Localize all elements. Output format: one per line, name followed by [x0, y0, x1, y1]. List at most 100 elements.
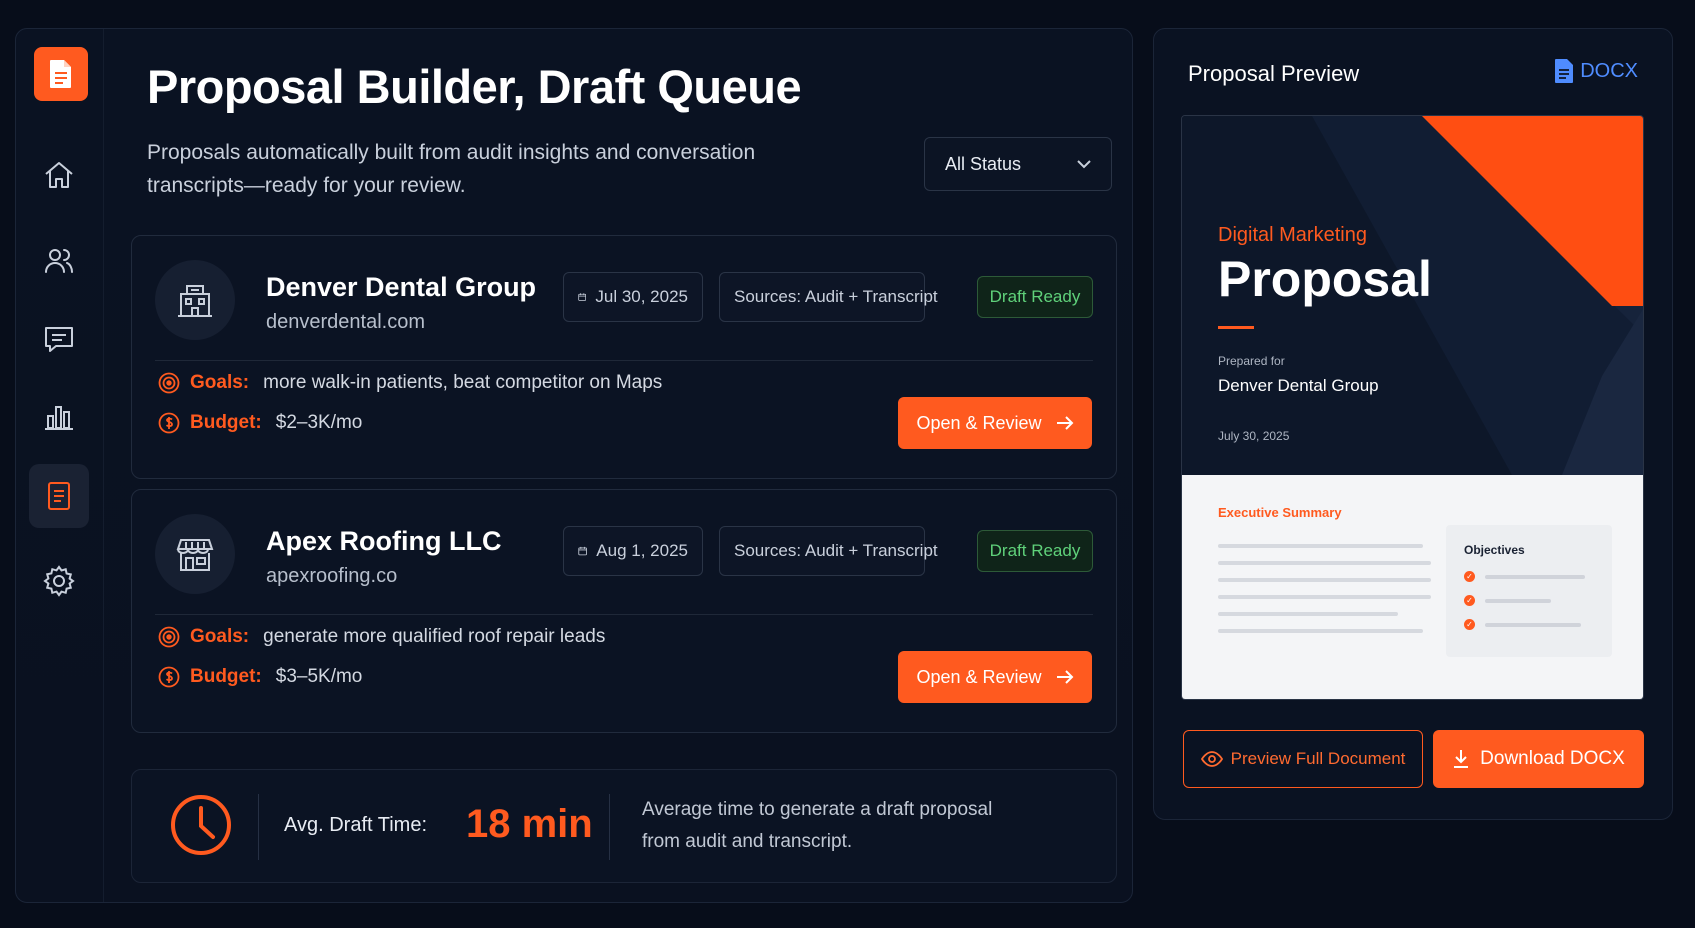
client-avatar: [155, 514, 235, 594]
calendar-icon: [578, 293, 587, 301]
avg-draft-time-value: 18 min: [466, 802, 593, 846]
budget-row: Budget: $2–3K/mo: [158, 412, 362, 434]
client-name: Denver Dental Group: [266, 272, 537, 302]
download-docx-button[interactable]: Download DOCX: [1433, 730, 1644, 788]
document-icon: [48, 482, 70, 510]
text-line: [1218, 544, 1423, 548]
check-icon: ✓: [1464, 619, 1475, 630]
bar-chart-icon: [45, 406, 73, 430]
app-logo[interactable]: [34, 47, 88, 101]
divider: [609, 794, 610, 860]
avg-draft-time-label: Avg. Draft Time:: [284, 814, 428, 836]
avg-draft-time-panel: Avg. Draft Time: 18 min Average time to …: [131, 769, 1117, 883]
docx-link[interactable]: DOCX: [1554, 59, 1638, 83]
arrow-right-icon: [1056, 670, 1073, 684]
objectives-box: Objectives ✓ ✓ ✓: [1446, 525, 1612, 657]
cover-rule: [1218, 326, 1254, 329]
download-docx-label: Download DOCX: [1480, 748, 1625, 769]
clock-icon: [171, 795, 231, 855]
document-thumbnail[interactable]: Digital Marketing Proposal Prepared for …: [1181, 115, 1644, 700]
download-icon: [1454, 750, 1469, 768]
text-line: [1218, 595, 1431, 599]
sidebar-item-home[interactable]: [29, 143, 89, 207]
date-chip: Aug 1, 2025: [563, 526, 703, 576]
sidebar-item-settings[interactable]: [29, 549, 89, 613]
page-title: Proposal Builder, Draft Queue: [147, 60, 802, 113]
dollar-icon: [158, 666, 180, 688]
arrow-right-icon: [1056, 416, 1073, 430]
sidebar-item-messages[interactable]: [29, 307, 89, 371]
document-cover: Digital Marketing Proposal Prepared for …: [1182, 116, 1643, 475]
date-value: Jul 30, 2025: [595, 287, 688, 306]
page-subtitle: Proposals automatically built from audit…: [147, 141, 756, 197]
text-line: [1218, 629, 1423, 633]
open-review-label: Open & Review: [916, 666, 1042, 687]
date-value: Aug 1, 2025: [596, 541, 688, 560]
status-badge: Draft Ready: [977, 276, 1093, 318]
proposal-preview-panel: Proposal Preview DOCX Digital Marketing …: [1153, 28, 1673, 820]
budget-row: Budget: $3–5K/mo: [158, 666, 362, 688]
sidebar-item-users[interactable]: [29, 229, 89, 293]
preview-full-document-button[interactable]: Preview Full Document: [1183, 730, 1423, 788]
objective-item: ✓: [1464, 571, 1585, 582]
users-icon: [45, 249, 73, 273]
divider: [155, 360, 1093, 361]
preview-title: Proposal Preview: [1188, 61, 1360, 86]
client-url[interactable]: denverdental.com: [266, 311, 425, 334]
client-url[interactable]: apexroofing.co: [266, 565, 397, 588]
budget-label: Budget:: [190, 666, 262, 687]
open-review-button[interactable]: Open & Review: [898, 651, 1092, 703]
sidebar-item-analytics[interactable]: [29, 384, 89, 448]
docx-link-label: DOCX: [1580, 59, 1638, 82]
dollar-icon: [158, 412, 180, 434]
text-line: [1485, 598, 1551, 603]
status-badge: Draft Ready: [977, 530, 1093, 572]
proposal-card: Apex Roofing LLC apexroofing.co Aug 1, 2…: [131, 489, 1117, 733]
document-body: Executive Summary Objectives ✓ ✓ ✓: [1182, 475, 1643, 699]
divider: [258, 794, 259, 860]
text-line: [1218, 612, 1398, 616]
objective-item: ✓: [1464, 595, 1551, 606]
executive-summary-title: Executive Summary: [1218, 505, 1342, 520]
cover-title: Proposal: [1218, 251, 1432, 307]
cover-subtitle: Digital Marketing: [1218, 224, 1367, 246]
client-name: Apex Roofing LLC: [266, 526, 502, 556]
goals-label: Goals:: [190, 372, 250, 393]
cover-date: July 30, 2025: [1218, 429, 1290, 443]
sidebar-item-proposals[interactable]: [29, 464, 89, 528]
prepared-for-label: Prepared for: [1218, 354, 1285, 368]
goals-row: Goals: more walk-in patients, beat compe…: [158, 372, 662, 394]
eye-icon: [1200, 751, 1223, 767]
open-review-label: Open & Review: [916, 412, 1042, 433]
goals-row: Goals: generate more qualified roof repa…: [158, 626, 605, 648]
budget-label: Budget:: [190, 412, 262, 433]
objective-item: ✓: [1464, 619, 1581, 630]
status-filter-value: All Status: [945, 153, 1022, 174]
proposal-card: Denver Dental Group denverdental.com Jul…: [131, 235, 1117, 479]
budget-value: $3–5K/mo: [275, 666, 363, 687]
home-icon: [45, 162, 73, 188]
goals-label: Goals:: [190, 626, 250, 647]
sidebar: [16, 29, 104, 902]
sources-value: Sources: Audit + Transcript: [734, 541, 938, 560]
sources-chip: Sources: Audit + Transcript: [719, 272, 938, 322]
calendar-icon: [578, 546, 587, 556]
target-icon: [158, 372, 180, 394]
check-icon: ✓: [1464, 571, 1475, 582]
cover-client-name: Denver Dental Group: [1218, 376, 1379, 395]
budget-value: $2–3K/mo: [275, 412, 363, 433]
sources-chip: Sources: Audit + Transcript: [719, 526, 938, 576]
chevron-down-icon: [1077, 159, 1091, 168]
divider: [155, 614, 1093, 615]
goals-value: generate more qualified roof repair lead…: [263, 626, 606, 647]
check-icon: ✓: [1464, 595, 1475, 606]
date-chip: Jul 30, 2025: [563, 272, 703, 322]
status-filter-select[interactable]: All Status: [924, 137, 1112, 191]
preview-full-document-label: Preview Full Document: [1230, 749, 1406, 768]
text-line: [1485, 574, 1585, 579]
gear-icon: [43, 565, 75, 597]
text-line: [1218, 578, 1431, 582]
open-review-button[interactable]: Open & Review: [898, 397, 1092, 449]
text-line: [1218, 561, 1431, 565]
target-icon: [158, 626, 180, 648]
